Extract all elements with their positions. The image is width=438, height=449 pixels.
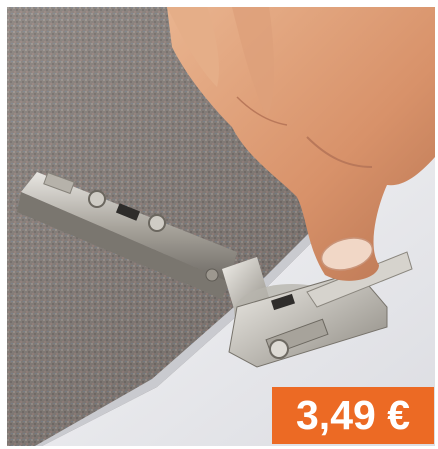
product-tile: 3,49 € xyxy=(0,0,438,449)
price-label: 3,49 € xyxy=(296,392,410,438)
price-badge: 3,49 € xyxy=(272,387,434,444)
hinge-photo-illustration xyxy=(7,7,435,446)
product-photo xyxy=(7,7,435,446)
